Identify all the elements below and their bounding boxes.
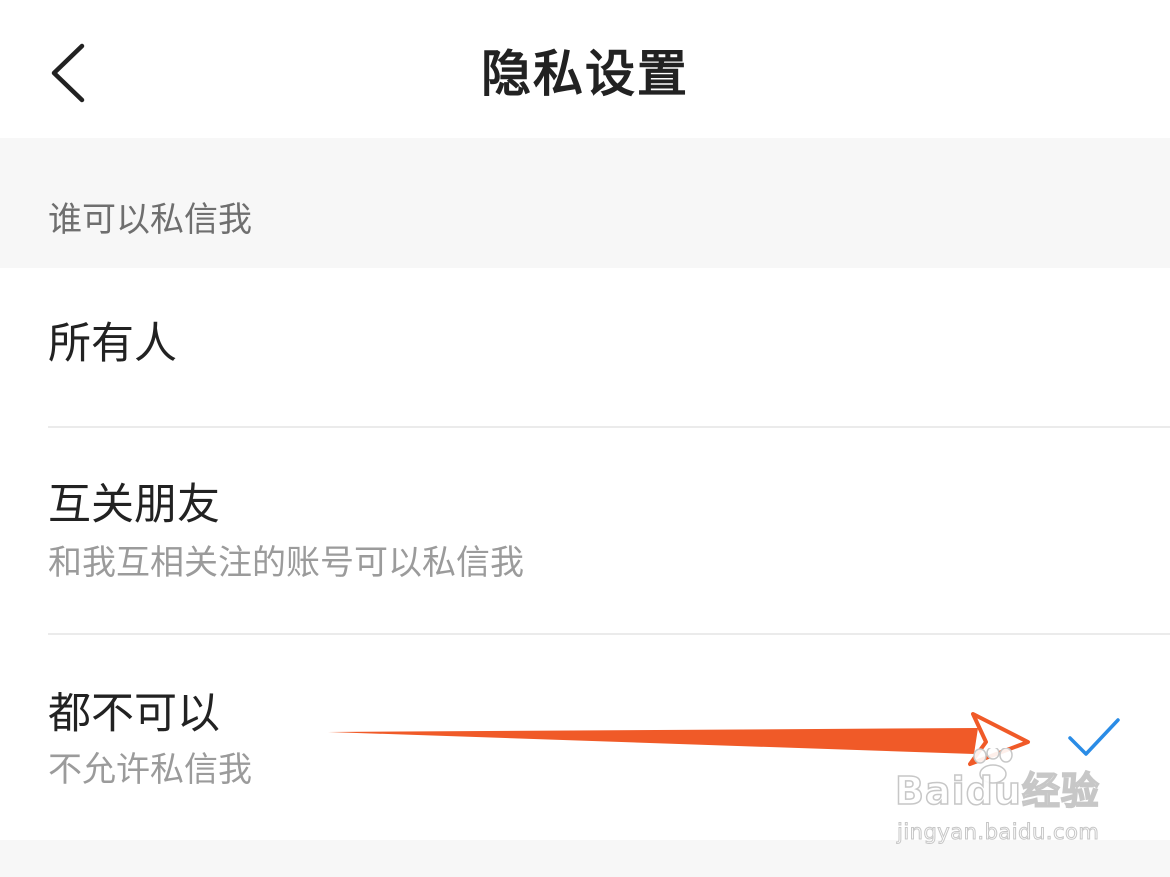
page-title: 隐私设置 (481, 45, 689, 103)
option-mutual-friends[interactable]: 互关朋友 和我互相关注的账号可以私信我 (0, 428, 1170, 633)
section-label: 谁可以私信我 (48, 200, 252, 240)
option-title: 都不可以 (48, 689, 220, 739)
top-bar: 隐私设置 (0, 0, 1170, 138)
option-everyone[interactable]: 所有人 (0, 268, 1170, 426)
option-subtitle: 和我互相关注的账号可以私信我 (48, 543, 524, 583)
option-title: 所有人 (48, 319, 177, 369)
watermark-url: jingyan.baidu.com (896, 820, 1100, 845)
option-subtitle: 不允许私信我 (48, 750, 252, 790)
option-title: 互关朋友 (48, 480, 220, 530)
watermark-brand: Baidu经验 (894, 768, 1100, 814)
watermark: Baidu经验 jingyan.baidu.com (894, 748, 1135, 852)
